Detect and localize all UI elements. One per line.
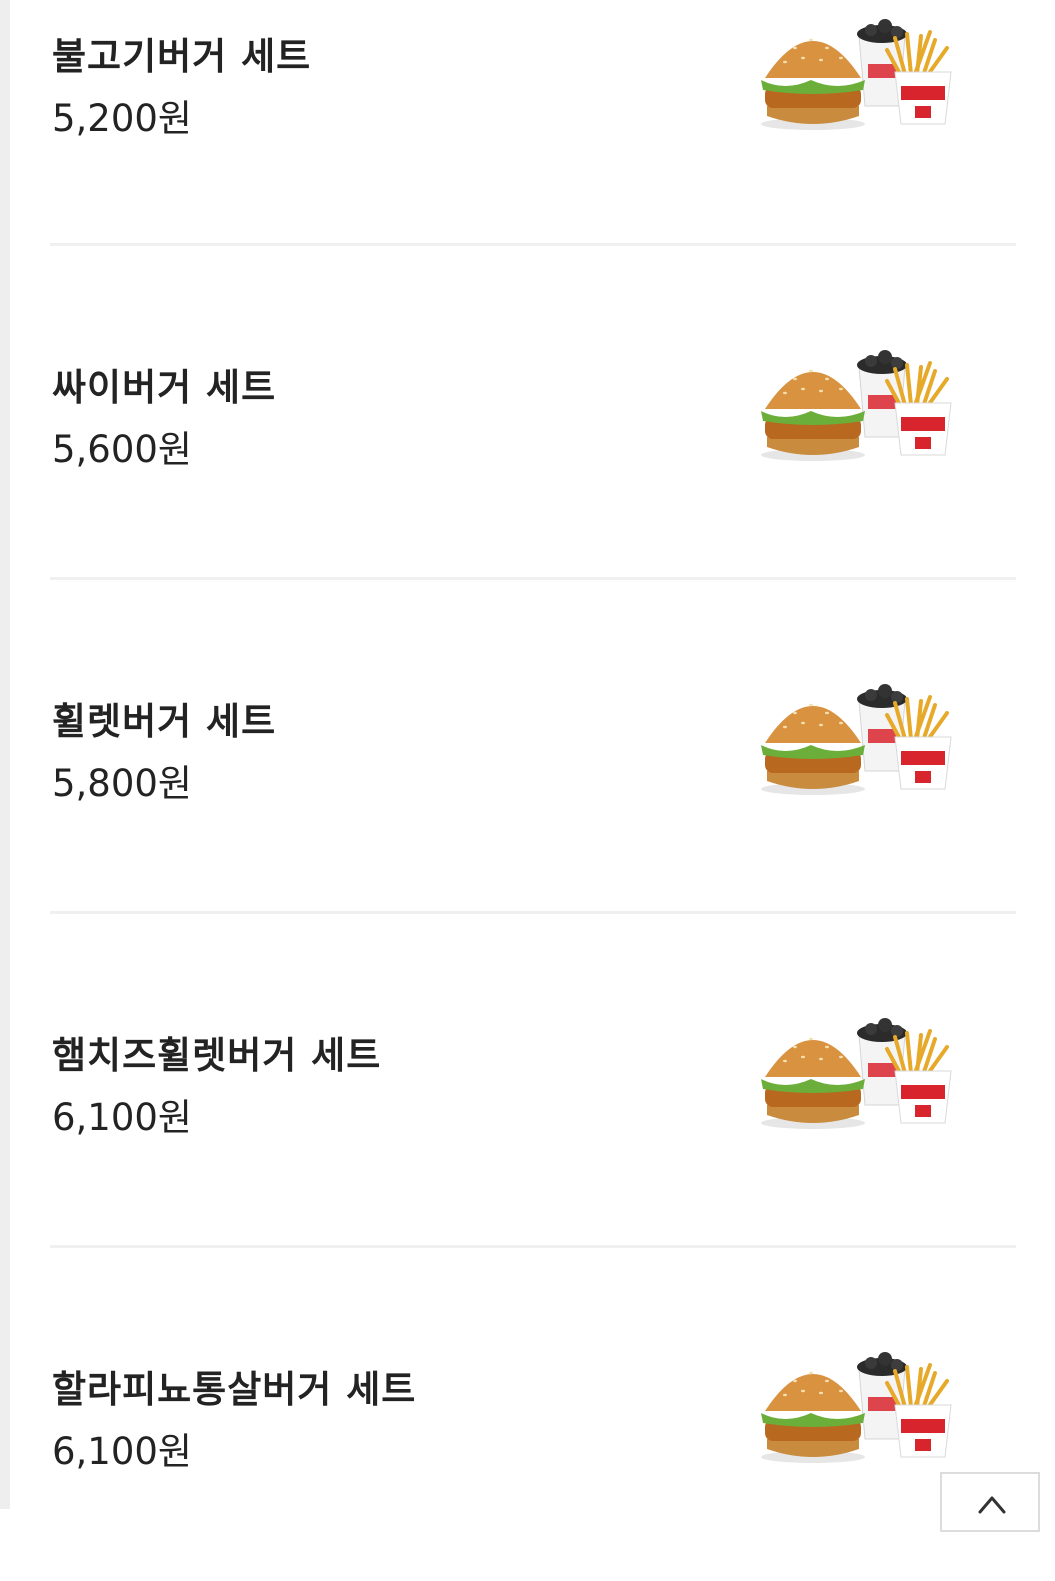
- menu-item-name: 싸이버거 세트: [52, 366, 277, 409]
- menu-item-name: 휠렛버거 세트: [52, 700, 277, 743]
- burger-set-image[interactable]: [755, 1013, 965, 1133]
- scroll-top-button[interactable]: [940, 1472, 1040, 1532]
- menu-item-ham-cheese-fillet-set[interactable]: 햄치즈휠렛버거 세트 6,100원: [0, 913, 1055, 1248]
- burger-set-image[interactable]: [755, 14, 965, 134]
- menu-item-price: 6,100원: [52, 1096, 192, 1139]
- menu-item-thigh-set[interactable]: 싸이버거 세트 5,600원: [0, 245, 1055, 580]
- menu-item-name: 불고기버거 세트: [52, 35, 312, 78]
- menu-item-price: 5,200원: [52, 97, 192, 140]
- menu-item-price: 6,100원: [52, 1430, 192, 1473]
- burger-set-image[interactable]: [755, 345, 965, 465]
- menu-item-price: 5,600원: [52, 428, 192, 471]
- burger-set-image[interactable]: [755, 1347, 965, 1467]
- burger-set-image[interactable]: [755, 679, 965, 799]
- menu-item-jalapeno-set[interactable]: 할라피뇨통살버거 세트 6,100원: [0, 1247, 1055, 1581]
- menu-item-name: 할라피뇨통살버거 세트: [52, 1368, 417, 1411]
- arrow-up-icon: [978, 1496, 1006, 1514]
- menu-list: 불고기버거 세트 5,200원 싸이버거 세트 5,600원 휠렛버거 세트 5…: [0, 0, 1055, 1581]
- menu-item-price: 5,800원: [52, 762, 192, 805]
- menu-item-fillet-set[interactable]: 휠렛버거 세트 5,800원: [0, 579, 1055, 914]
- menu-item-bulgogi-set[interactable]: 불고기버거 세트 5,200원: [0, 0, 1055, 246]
- menu-item-name: 햄치즈휠렛버거 세트: [52, 1034, 382, 1077]
